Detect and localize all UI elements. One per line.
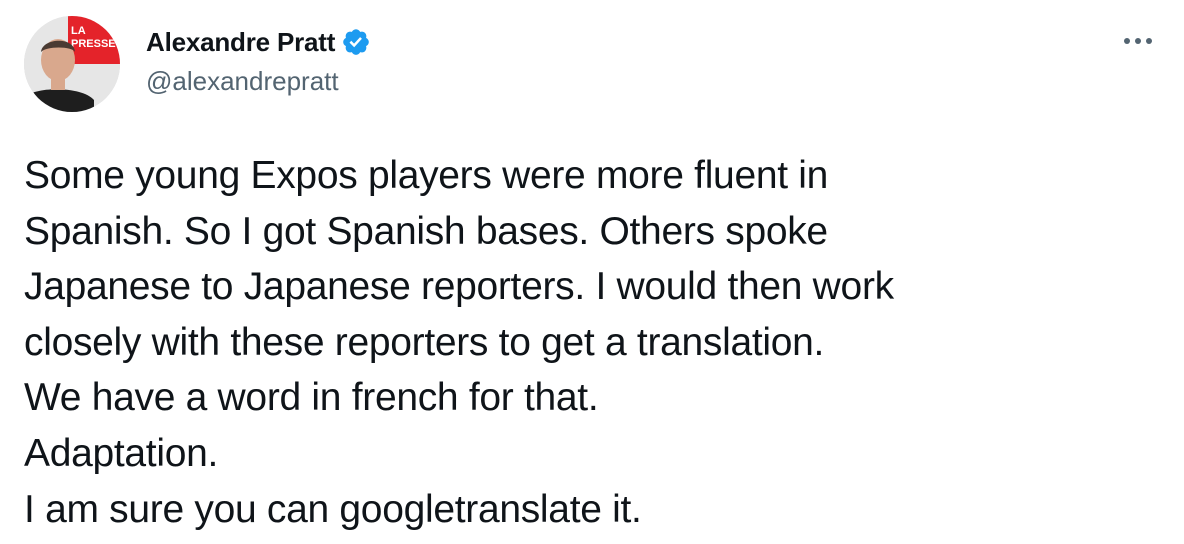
more-options-icon	[1124, 38, 1152, 44]
tweet-text-line: Japanese to Japanese reporters. I would …	[24, 265, 894, 309]
svg-text:PRESSE: PRESSE	[71, 38, 116, 50]
tweet-text-line: Spanish. So I got Spanish bases. Others …	[24, 209, 828, 253]
tweet-text-line: I am sure you can googletranslate it.	[24, 487, 642, 531]
tweet-text: Some young Expos players were more fluen…	[24, 148, 1154, 537]
tweet-text-line: closely with these reporters to get a tr…	[24, 320, 825, 364]
author-display-name[interactable]: Alexandre Pratt	[146, 27, 335, 58]
tweet-text-line: Adaptation.	[24, 431, 219, 475]
verified-badge-icon	[341, 27, 371, 57]
svg-text:LA: LA	[71, 25, 86, 37]
tweet-card: LA PRESSE Alexandre Pratt @alexandreprat…	[0, 0, 1184, 544]
avatar-image: LA PRESSE	[24, 16, 120, 112]
author-name-row: Alexandre Pratt	[146, 24, 371, 60]
tweet-text-line: Some young Expos players were more fluen…	[24, 154, 829, 197]
author-handle[interactable]: @alexandrepratt	[146, 66, 339, 97]
tweet-text-line: We have a word in french for that.	[24, 376, 599, 420]
more-options-button[interactable]	[1118, 26, 1158, 56]
avatar[interactable]: LA PRESSE	[24, 16, 120, 112]
